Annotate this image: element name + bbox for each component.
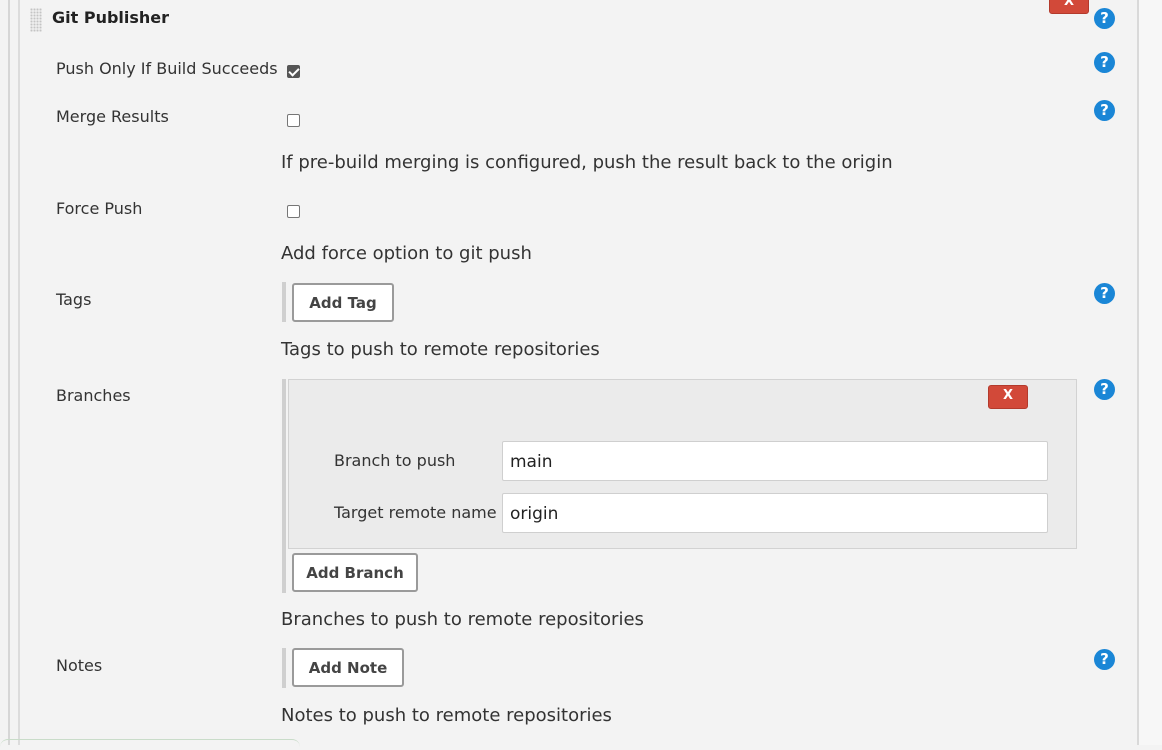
help-icon[interactable]: ? <box>1094 100 1115 121</box>
target-remote-label: Target remote name <box>334 503 497 522</box>
tags-description: Tags to push to remote repositories <box>281 339 600 360</box>
remove-section-button[interactable]: X <box>1049 0 1089 14</box>
help-icon[interactable]: ? <box>1094 379 1115 400</box>
force-push-description: Add force option to git push <box>281 243 532 264</box>
left-border-inner <box>18 0 20 745</box>
help-icon[interactable]: ? <box>1094 649 1115 670</box>
add-tag-button[interactable]: Add Tag <box>292 283 394 322</box>
branches-description: Branches to push to remote repositories <box>281 609 644 630</box>
help-icon[interactable]: ? <box>1094 8 1115 29</box>
force-push-label: Force Push <box>56 199 143 218</box>
force-push-checkbox[interactable] <box>287 205 300 218</box>
branches-repeatable-bar <box>282 379 286 593</box>
branch-to-push-input[interactable]: main <box>502 441 1048 481</box>
merge-results-description: If pre-build merging is configured, push… <box>281 152 893 173</box>
help-icon[interactable]: ? <box>1094 283 1115 304</box>
tags-repeatable-bar <box>282 282 286 322</box>
tags-label: Tags <box>56 290 92 309</box>
add-note-button[interactable]: Add Note <box>292 648 404 687</box>
push-only-label: Push Only If Build Succeeds <box>56 59 278 78</box>
left-border <box>0 0 10 745</box>
add-branch-button[interactable]: Add Branch <box>292 553 418 592</box>
remove-branch-button[interactable]: X <box>988 385 1028 409</box>
push-only-checkbox[interactable] <box>287 65 300 78</box>
branches-label: Branches <box>56 386 131 405</box>
section-title: Git Publisher <box>52 8 170 27</box>
notes-repeatable-bar <box>282 648 286 688</box>
merge-results-checkbox[interactable] <box>287 114 300 127</box>
merge-results-label: Merge Results <box>56 107 169 126</box>
drag-handle-icon[interactable] <box>30 8 42 32</box>
right-gutter <box>1139 0 1162 745</box>
branch-entry: X Branch to push main Target remote name… <box>288 379 1077 549</box>
target-remote-input[interactable]: origin <box>502 493 1048 533</box>
branch-to-push-label: Branch to push <box>334 451 456 470</box>
notes-label: Notes <box>56 656 103 675</box>
help-icon[interactable]: ? <box>1094 52 1115 73</box>
notes-description: Notes to push to remote repositories <box>281 705 612 726</box>
